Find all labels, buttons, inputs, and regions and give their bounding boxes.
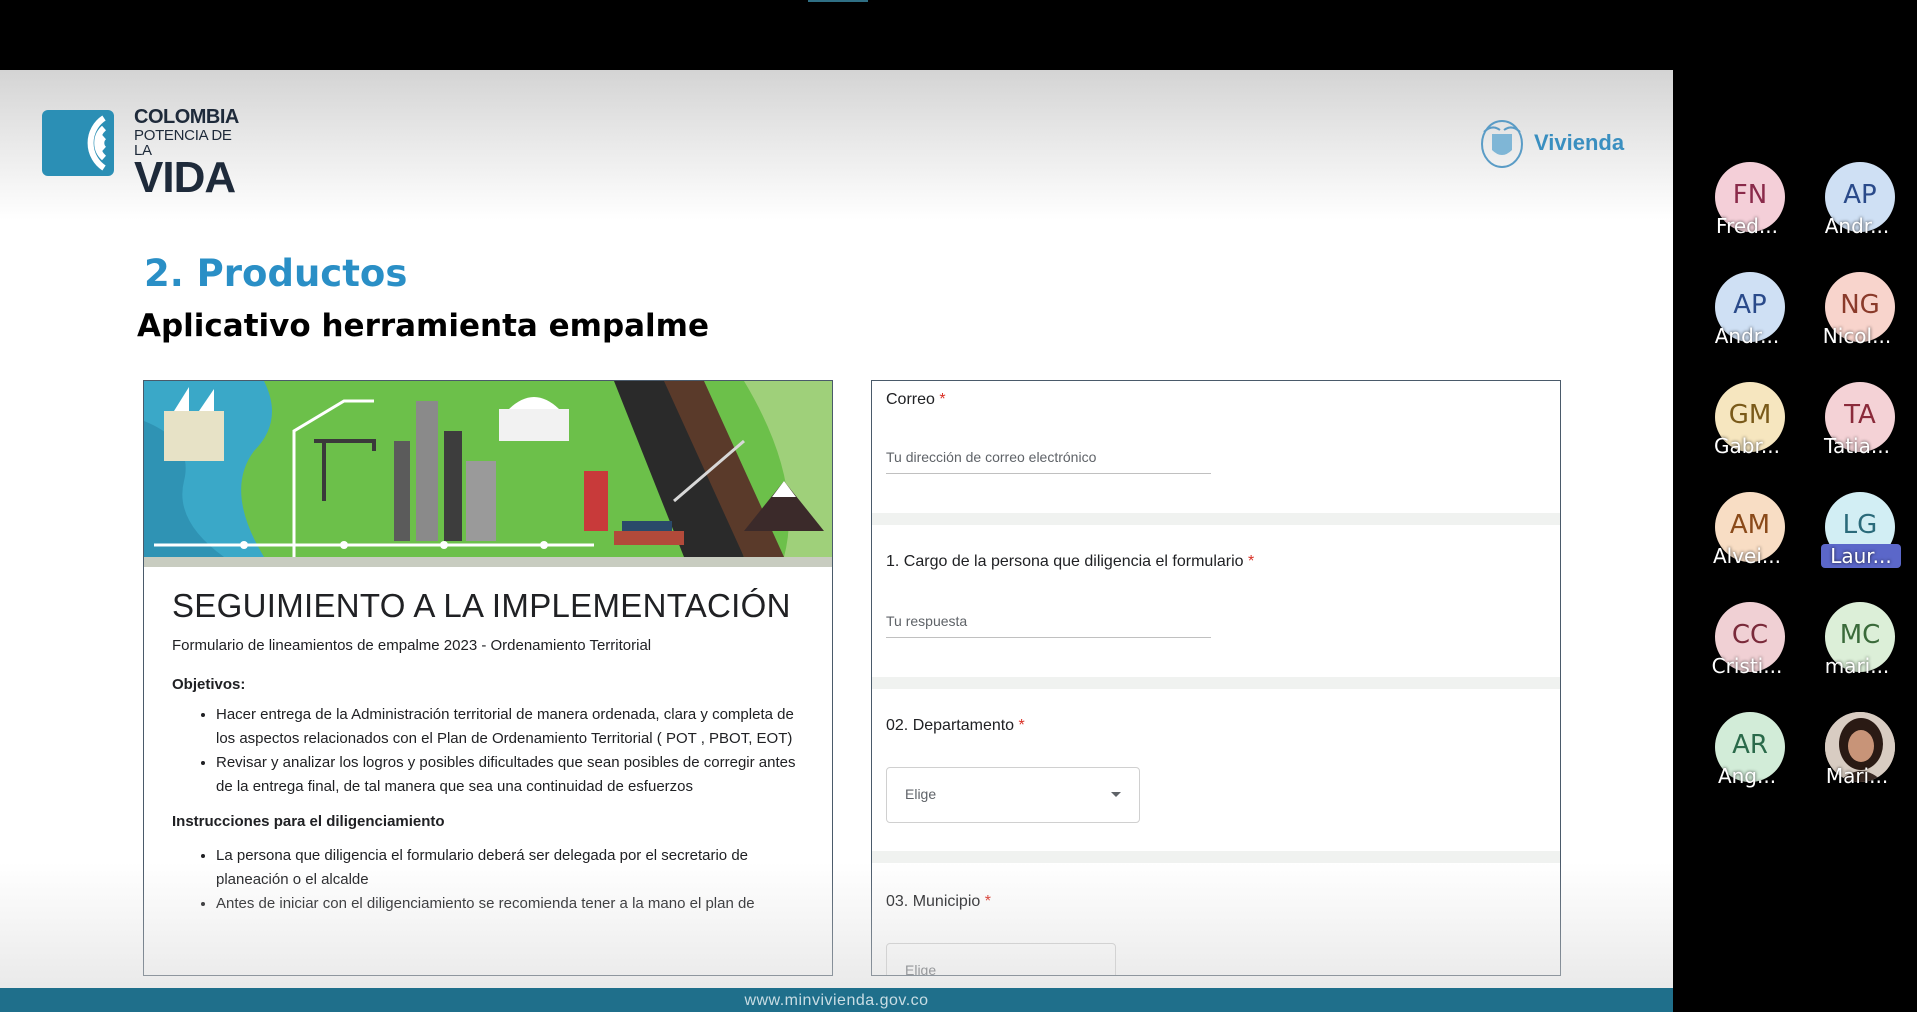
question-card-email: Correo * Tu dirección de correo electrón… [872,381,1560,513]
participant-tile[interactable]: LG Laur... [1812,492,1902,592]
participant-tile[interactable]: CC Cristi... [1702,602,1792,702]
departamento-select[interactable]: Elige [886,767,1140,823]
shared-slide: COLOMBIA POTENCIA DE LA VIDA Vivienda 2.… [0,70,1673,1012]
dropdown-caret-icon [1111,792,1121,797]
colombia-logo-text: COLOMBIA POTENCIA DE LA VIDA [134,106,252,202]
participant-name: Laur... [1821,544,1901,568]
participant-tile[interactable]: GM Gabr... [1702,382,1792,482]
participant-tile[interactable]: AR Ang... [1702,712,1792,812]
participant-tile[interactable]: Mari... [1812,712,1902,812]
form-questions-panel: Correo * Tu dirección de correo electrón… [871,380,1561,976]
form-intro-panel: SEGUIMIENTO A LA IMPLEMENTACIÓN Formular… [143,380,833,976]
participant-tile[interactable]: AP Andr... [1702,272,1792,372]
objectives-label: Objetivos: [172,676,246,693]
email-underline [886,473,1211,474]
question-card-cargo: 1. Cargo de la persona que diligencia el… [872,525,1560,677]
logo-line-1: COLOMBIA [134,106,239,128]
top-black-bar [0,0,1917,70]
slide-footer: www.minvivienda.gov.co [0,988,1673,1012]
participant-tile[interactable]: AP Andr... [1812,162,1902,262]
instruction-item: Antes de iniciar con el diligenciamiento… [216,892,806,916]
colombia-logo-icon [42,110,114,176]
participants-panel: FN Fred... AP Andr... AP Andr... NG Nicol... GM G… [1673,70,1917,1012]
question-card-departamento: 02. Departamento * Elige [872,689,1560,851]
vivienda-name: Vivienda [1534,130,1625,155]
email-input[interactable]: Tu dirección de correo electrónico [886,449,1096,465]
instructions-list: La persona que diligencia el formulario … [172,844,806,916]
municipio-select[interactable]: Elige [886,943,1116,976]
participant-name: Tatia... [1824,434,1890,458]
section-subtitle: Aplicativo herramienta empalme [137,308,710,344]
banner-divider [144,557,832,567]
participant-name: Cristi... [1711,654,1783,678]
participant-tile[interactable]: NG Nicol... [1812,272,1902,372]
objective-item: Revisar y analizar los logros y posibles… [216,751,806,799]
objectives-list: Hacer entrega de la Administración terri… [172,703,806,799]
participant-name: Nicol... [1822,324,1892,348]
form-title: SEGUIMIENTO A LA IMPLEMENTACIÓN [172,587,791,624]
departamento-select-value: Elige [905,786,937,802]
top-indicator [808,0,868,2]
participant-name: Andr... [1714,324,1780,348]
coat-of-arms-icon [1481,120,1523,168]
section-title: 2. Productos [144,252,408,295]
vivienda-logo: Vivienda [1478,118,1638,170]
participant-name: Gabr... [1714,434,1780,458]
email-label: Correo * [886,391,946,408]
participant-tile[interactable]: FN Fred... [1702,162,1792,262]
participant-name: Fred... [1716,214,1778,238]
objective-item: Hacer entrega de la Administración terri… [216,703,806,751]
participant-name: mari... [1824,654,1890,678]
departamento-label: 02. Departamento * [886,717,1025,734]
participant-name: Andr... [1824,214,1890,238]
participant-tile[interactable]: AM Alvei... [1702,492,1792,592]
municipio-select-value: Elige [905,962,937,976]
participant-name: Ang... [1717,764,1777,788]
instructions-label: Instrucciones para el diligenciamiento [172,813,445,830]
footer-url: www.minvivienda.gov.co [744,992,929,1009]
instruction-item: La persona que diligencia el formulario … [216,844,806,892]
form-description: SEGUIMIENTO A LA IMPLEMENTACIÓN Formular… [144,567,832,916]
participant-tile[interactable]: TA Tatia... [1812,382,1902,482]
participant-tile[interactable]: MC mari... [1812,602,1902,702]
participant-name: Alvei... [1712,544,1781,568]
question-card-municipio: 03. Municipio * Elige [872,863,1560,976]
colombia-logo: COLOMBIA POTENCIA DE LA VIDA [42,106,252,200]
cargo-underline [886,637,1211,638]
city-illustration-banner [144,381,832,557]
municipio-label: 03. Municipio * [886,893,991,910]
logo-line-3: VIDA [134,153,236,202]
participant-name: Mari... [1825,764,1889,788]
cargo-label: 1. Cargo de la persona que diligencia el… [886,553,1255,570]
form-subtitle: Formulario de lineamientos de empalme 20… [172,637,652,654]
cargo-input[interactable]: Tu respuesta [886,613,967,629]
